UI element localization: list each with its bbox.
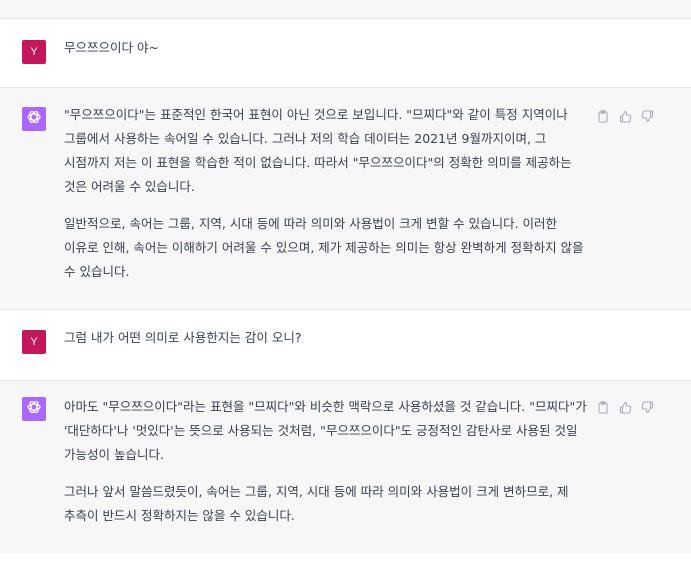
openai-logo-icon — [26, 399, 42, 419]
user-avatar: Y — [22, 330, 46, 354]
assistant-avatar — [22, 397, 46, 421]
thumbs-up-icon[interactable] — [617, 108, 633, 124]
user-message-text: 무으쯔으이다 야~ — [64, 40, 159, 55]
user-avatar: Y — [22, 40, 46, 64]
assistant-paragraph: 아마도 "무으쯔으이다"라는 표현을 "므찌다"와 비슷한 맥락으로 사용하셨을… — [64, 399, 587, 462]
message-actions — [595, 399, 655, 415]
assistant-paragraph: "무으쯔으이다"는 표준적인 한국어 표현이 아닌 것으로 보입니다. "므찌다… — [64, 107, 572, 194]
page-bottom — [0, 553, 691, 564]
openai-logo-icon — [26, 109, 42, 129]
assistant-paragraph: 그러나 앞서 말씀드렸듯이, 속어는 그룹, 지역, 시대 등에 따라 의미와 … — [64, 484, 569, 523]
assistant-message-row: "무으쯔으이다"는 표준적인 한국어 표현이 아닌 것으로 보입니다. "므찌다… — [0, 88, 691, 310]
clipboard-icon[interactable] — [595, 108, 611, 124]
thumbs-down-icon[interactable] — [639, 108, 655, 124]
assistant-message-text: 아마도 "무으쯔으이다"라는 표현을 "므찌다"와 비슷한 맥락으로 사용하셨을… — [64, 395, 590, 528]
assistant-paragraph: 일반적으로, 속어는 그룹, 지역, 시대 등에 따라 의미와 사용법이 크게 … — [64, 216, 584, 279]
thumbs-up-icon[interactable] — [617, 399, 633, 415]
assistant-message-text: "무으쯔으이다"는 표준적인 한국어 표현이 아닌 것으로 보입니다. "므찌다… — [64, 103, 590, 284]
user-message-row: Y 그럼 내가 어떤 의미로 사용한지는 감이 오니? — [0, 310, 691, 381]
assistant-message-row: 아마도 "무으쯔으이다"라는 표현을 "므찌다"와 비슷한 맥락으로 사용하셨을… — [0, 381, 691, 554]
user-avatar-letter: Y — [30, 46, 38, 58]
clipboard-icon[interactable] — [595, 399, 611, 415]
message-actions — [595, 108, 655, 124]
previous-message-edge — [0, 0, 691, 19]
thumbs-down-icon[interactable] — [639, 399, 655, 415]
assistant-avatar — [22, 107, 46, 131]
user-message-row: Y 무으쯔으이다 야~ — [0, 19, 691, 88]
user-avatar-letter: Y — [30, 336, 38, 348]
user-message-text: 그럼 내가 어떤 의미로 사용한지는 감이 오니? — [64, 330, 302, 345]
